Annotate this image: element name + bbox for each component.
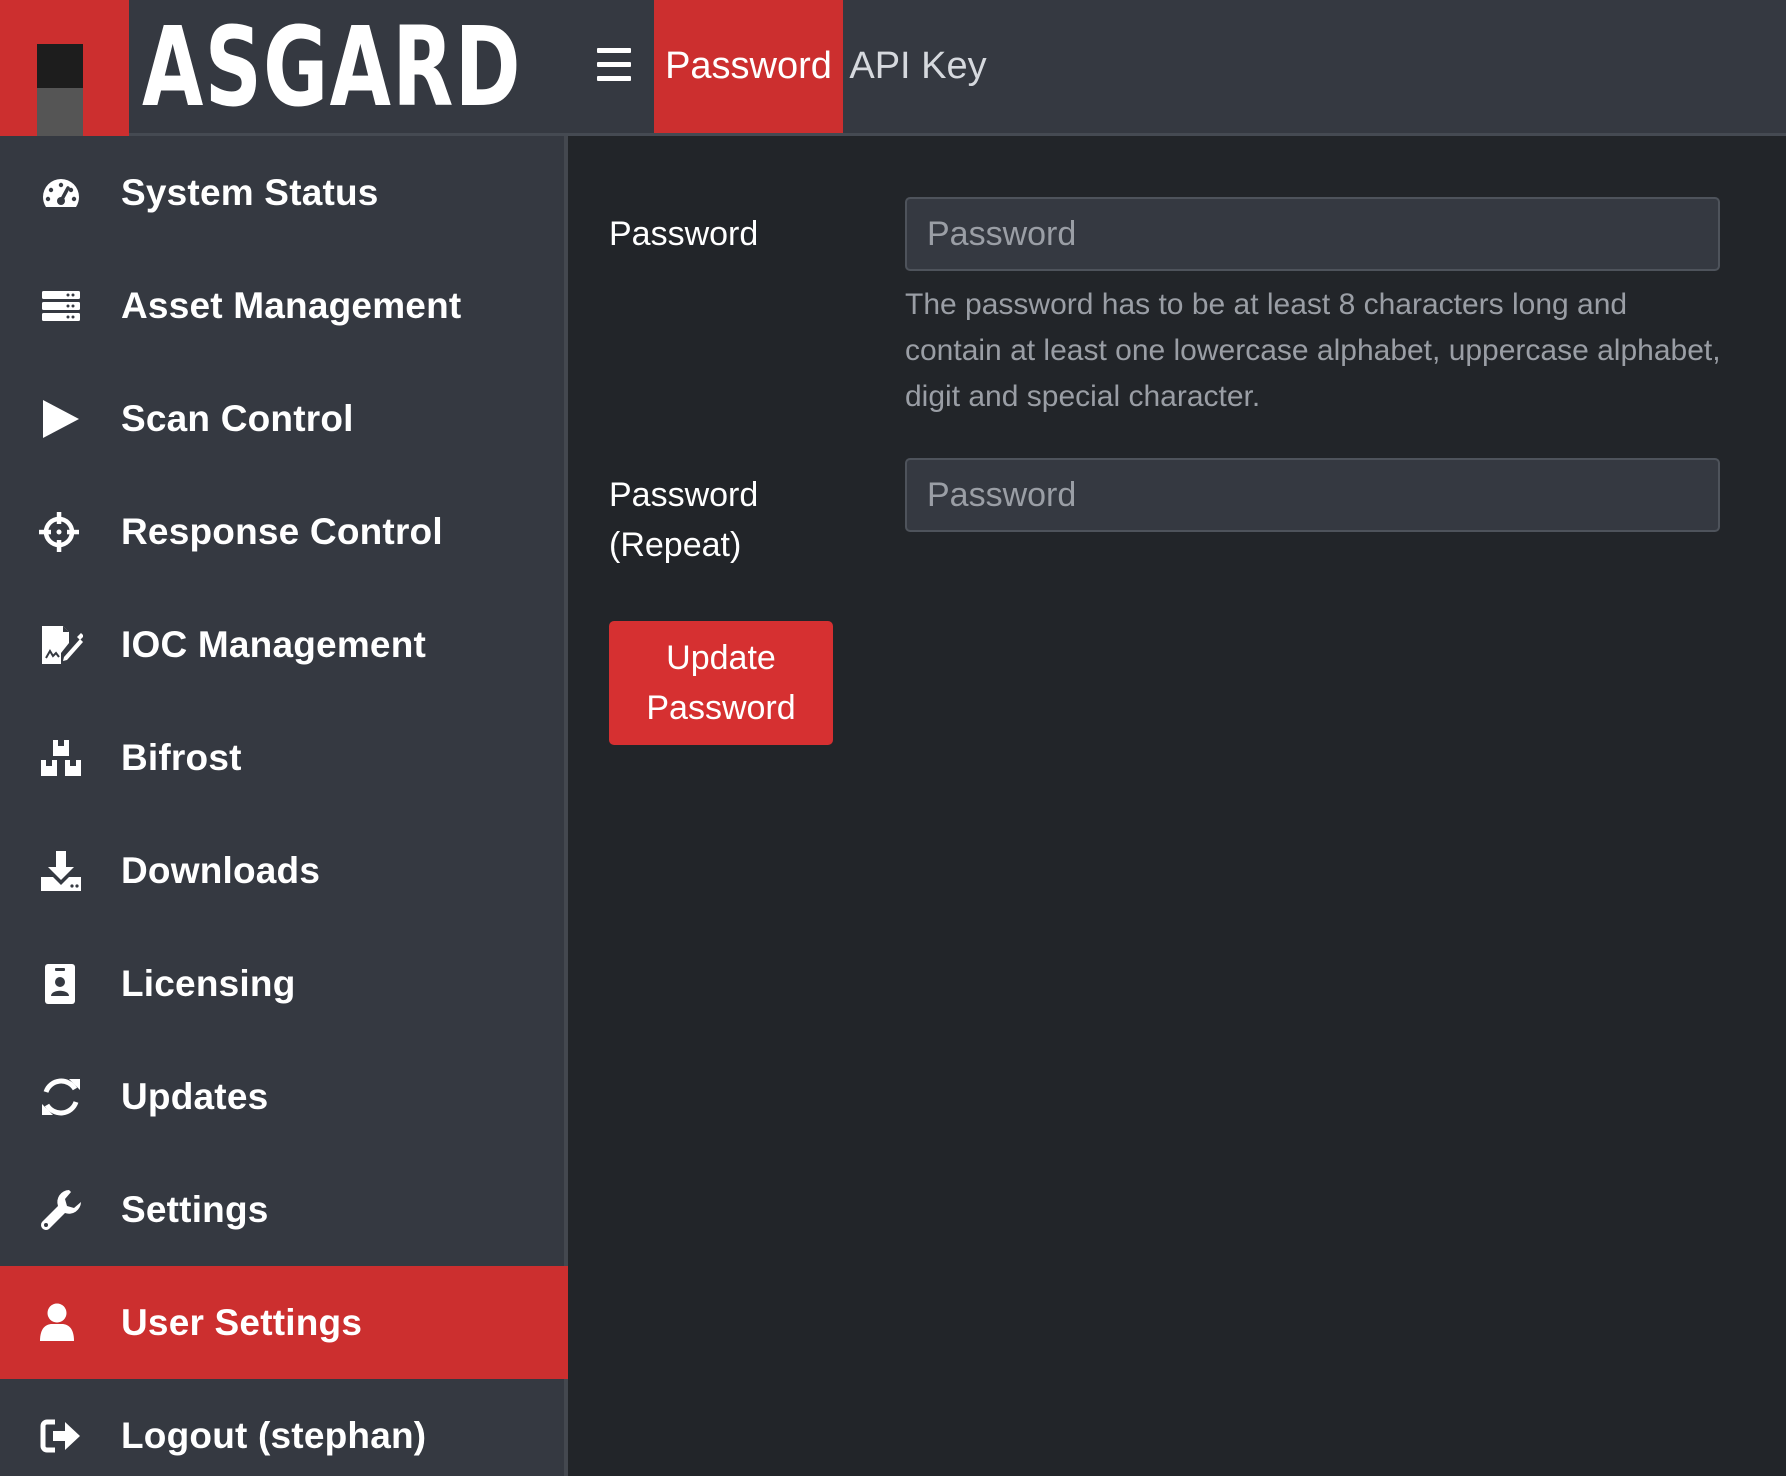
update-password-button[interactable]: Update Password	[609, 621, 833, 745]
play-icon	[38, 396, 84, 442]
app-window: ASGARD Password API Key System Status As…	[0, 0, 1786, 1476]
user-icon	[38, 1300, 84, 1346]
sidebar-item-label: Response Control	[121, 510, 443, 552]
sidebar-item-label: Downloads	[121, 849, 321, 891]
sidebar-item-ioc-management[interactable]: IOC Management	[0, 588, 568, 701]
sidebar-item-label: IOC Management	[121, 623, 427, 665]
sidebar-item-response-control[interactable]: Response Control	[0, 475, 568, 588]
sidebar-item-label: Updates	[121, 1075, 269, 1117]
password-repeat-label-line1: Password	[609, 476, 759, 514]
sidebar-item-asset-management[interactable]: Asset Management	[0, 249, 568, 362]
password-repeat-label-line2: (Repeat)	[609, 526, 742, 564]
sidebar-item-label: Licensing	[121, 962, 296, 1004]
sidebar-item-label: Settings	[121, 1188, 269, 1230]
sidebar-item-system-status[interactable]: System Status	[0, 136, 568, 249]
sidebar-item-label: System Status	[121, 171, 379, 213]
sidebar-item-updates[interactable]: Updates	[0, 1040, 568, 1153]
logo-block-bottom	[37, 88, 83, 136]
password-label: Password	[609, 215, 759, 253]
sidebar-item-logout[interactable]: Logout (stephan)	[0, 1379, 568, 1476]
tab-password[interactable]: Password	[654, 0, 843, 133]
cubes-icon	[38, 735, 84, 781]
sidebar-item-scan-control[interactable]: Scan Control	[0, 362, 568, 475]
sign-out-icon	[38, 1413, 84, 1459]
server-stack-icon	[38, 283, 84, 329]
sidebar-item-label: Logout (stephan)	[121, 1414, 427, 1456]
wrench-icon	[38, 1187, 84, 1233]
logo-block-top	[37, 44, 83, 88]
file-signature-icon	[38, 622, 84, 668]
password-repeat-input[interactable]	[905, 458, 1720, 532]
password-help-text: The password has to be at least 8 charac…	[905, 288, 1721, 413]
top-header: ASGARD Password API Key	[0, 0, 1786, 136]
sidebar-item-user-settings[interactable]: User Settings	[0, 1266, 568, 1379]
crosshairs-icon	[38, 509, 84, 555]
sidebar-item-downloads[interactable]: Downloads	[0, 814, 568, 927]
logo-text: ASGARD	[141, 2, 522, 131]
password-input[interactable]	[905, 197, 1720, 271]
logo-mark	[0, 0, 129, 136]
sidebar-item-label: Bifrost	[121, 736, 242, 778]
sidebar-item-licensing[interactable]: Licensing	[0, 927, 568, 1040]
sidebar-item-label: Scan Control	[121, 397, 354, 439]
tab-api-key[interactable]: API Key	[843, 0, 993, 133]
sync-icon	[38, 1074, 84, 1120]
sidebar: System Status Asset Management Scan Cont…	[0, 136, 568, 1476]
sidebar-item-bifrost[interactable]: Bifrost	[0, 701, 568, 814]
id-badge-icon	[38, 961, 84, 1007]
password-repeat-label: Password (Repeat)	[609, 470, 758, 570]
tachometer-icon	[38, 170, 84, 216]
sidebar-item-settings[interactable]: Settings	[0, 1153, 568, 1266]
download-icon	[38, 848, 84, 894]
sidebar-item-label: Asset Management	[121, 284, 462, 326]
hamburger-menu-icon[interactable]	[590, 44, 638, 88]
sidebar-item-label: User Settings	[121, 1301, 363, 1343]
